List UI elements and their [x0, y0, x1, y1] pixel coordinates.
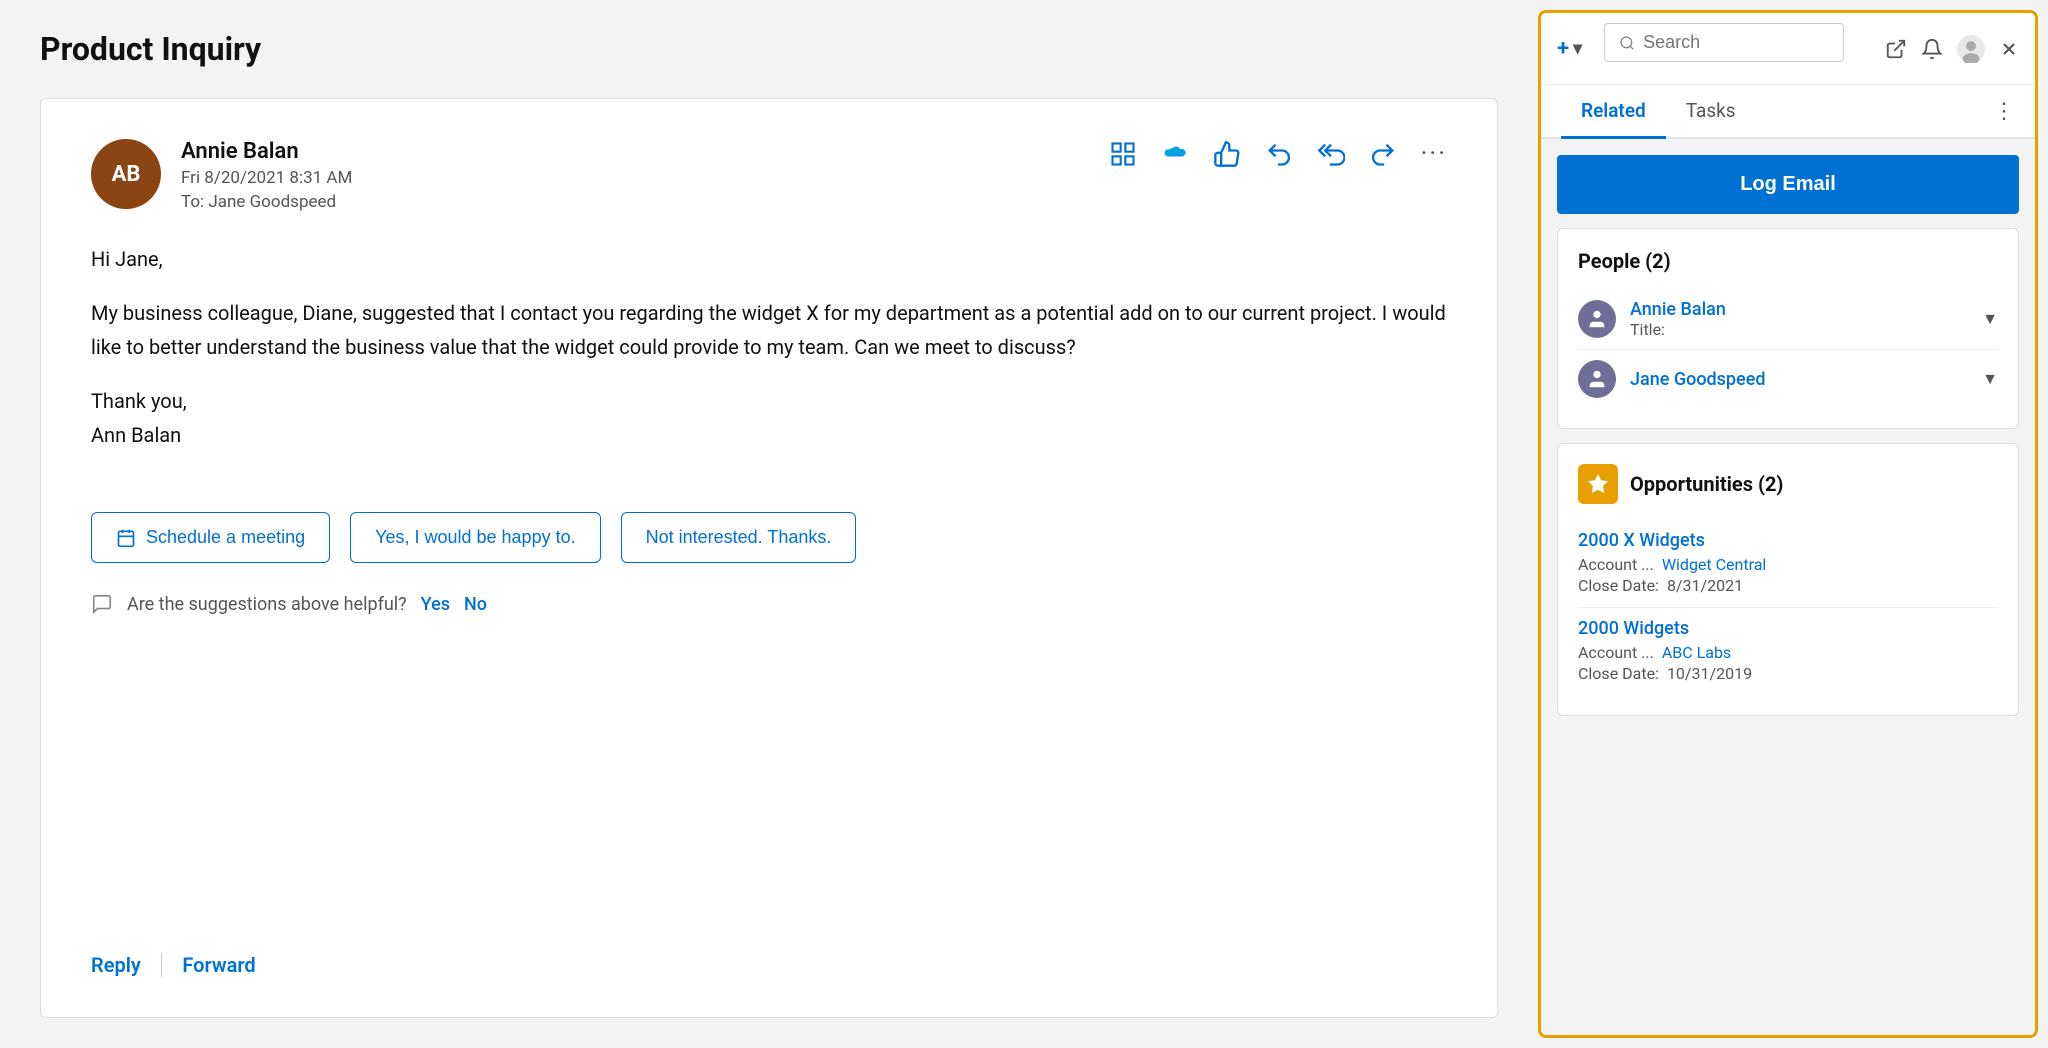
opportunities-section: Opportunities (2) 2000 X Widgets Account… — [1557, 443, 2019, 716]
forward-icon[interactable] — [1369, 140, 1397, 168]
search-icon — [1619, 34, 1635, 52]
email-actions: ··· — [1109, 139, 1447, 169]
opportunity-item-1: 2000 Widgets Account ... ABC Labs Close … — [1578, 608, 1998, 695]
email-card: AB Annie Balan Fri 8/20/2021 8:31 AM To:… — [40, 98, 1498, 1018]
opp-detail-close-1: Close Date: 10/31/2019 — [1578, 664, 1998, 683]
reply-button[interactable]: Reply — [91, 953, 141, 977]
reply-all-icon[interactable] — [1317, 140, 1345, 168]
opp-detail-account-0: Account ... Widget Central — [1578, 555, 1998, 574]
opp-name-1[interactable]: 2000 Widgets — [1578, 618, 1998, 639]
helpful-row: Are the suggestions above helpful? Yes N… — [91, 593, 1447, 615]
sender-to: To: Jane Goodspeed — [181, 192, 1109, 212]
not-interested-button[interactable]: Not interested. Thanks. — [621, 512, 857, 563]
grid-icon[interactable] — [1109, 140, 1137, 168]
email-body: Hi Jane, My business colleague, Diane, s… — [91, 242, 1447, 472]
not-interested-label: Not interested. Thanks. — [646, 527, 832, 548]
sidebar-content: Log Email People (2) Annie Balan Title: … — [1541, 139, 2035, 1035]
more-icon[interactable]: ··· — [1421, 139, 1447, 169]
yes-button[interactable]: Yes — [421, 594, 450, 615]
sender-avatar: AB — [91, 139, 161, 209]
email-panel: Product Inquiry AB Annie Balan Fri 8/20/… — [0, 0, 1538, 1048]
reply-icon[interactable] — [1265, 140, 1293, 168]
sender-name: Annie Balan — [181, 139, 1109, 164]
email-footer: Reply Forward — [91, 953, 1447, 977]
email-content: My business colleague, Diane, suggested … — [91, 296, 1447, 364]
tab-more-icon[interactable]: ⋮ — [1993, 99, 2015, 124]
person-details-annie: Annie Balan Title: — [1630, 299, 1974, 339]
person-title-annie: Title: — [1630, 320, 1974, 339]
tab-tasks[interactable]: Tasks — [1666, 85, 1756, 139]
chevron-down-jane[interactable]: ▼ — [1982, 369, 1998, 389]
people-section: People (2) Annie Balan Title: ▼ — [1557, 228, 2019, 429]
opp-detail-close-0: Close Date: 8/31/2021 — [1578, 576, 1998, 595]
people-section-title: People (2) — [1578, 249, 1998, 273]
suggestion-buttons: Schedule a meeting Yes, I would be happy… — [91, 512, 1447, 563]
sidebar-topbar: + ▾ — [1541, 13, 2035, 85]
sidebar-header-right — [1885, 35, 2019, 63]
email-greeting: Hi Jane, — [91, 242, 1447, 276]
bell-icon[interactable] — [1921, 38, 1943, 60]
tabs-left: Related Tasks — [1561, 85, 1756, 137]
sidebar-tabs: Related Tasks ⋮ — [1541, 85, 2035, 139]
no-button[interactable]: No — [464, 594, 487, 615]
salesforce-icon[interactable] — [1161, 140, 1189, 168]
person-name-jane[interactable]: Jane Goodspeed — [1630, 369, 1974, 390]
close-icon[interactable] — [1999, 39, 2019, 59]
person-row-annie: Annie Balan Title: ▼ — [1578, 289, 1998, 350]
sender-date: Fri 8/20/2021 8:31 AM — [181, 168, 1109, 188]
forward-button[interactable]: Forward — [182, 953, 255, 977]
log-email-button[interactable]: Log Email — [1557, 155, 2019, 214]
search-bar[interactable] — [1604, 23, 1844, 62]
app-container: Product Inquiry AB Annie Balan Fri 8/20/… — [0, 0, 2048, 1048]
sidebar-header-left: + ▾ — [1557, 23, 1844, 74]
sidebar: + ▾ — [1538, 10, 2038, 1038]
opportunity-item-0: 2000 X Widgets Account ... Widget Centra… — [1578, 520, 1998, 608]
person-name-annie[interactable]: Annie Balan — [1630, 299, 1974, 320]
helpful-prompt: Are the suggestions above helpful? — [127, 594, 407, 615]
person-details-jane: Jane Goodspeed — [1630, 369, 1974, 390]
email-signoff: Thank you,Ann Balan — [91, 384, 1447, 452]
comment-icon — [91, 593, 113, 615]
opportunities-section-title: Opportunities (2) — [1578, 464, 1998, 504]
person-row-jane: Jane Goodspeed ▼ — [1578, 350, 1998, 408]
add-button[interactable]: + ▾ — [1557, 36, 1582, 61]
email-title: Product Inquiry — [40, 30, 1498, 68]
external-link-icon[interactable] — [1885, 38, 1907, 60]
happy-to-button[interactable]: Yes, I would be happy to. — [350, 512, 600, 563]
schedule-meeting-button[interactable]: Schedule a meeting — [91, 512, 330, 563]
person-avatar-annie — [1578, 300, 1616, 338]
search-input[interactable] — [1643, 32, 1829, 53]
schedule-meeting-label: Schedule a meeting — [146, 527, 305, 548]
thumbs-up-icon[interactable] — [1213, 140, 1241, 168]
opportunities-icon — [1578, 464, 1618, 504]
opp-name-0[interactable]: 2000 X Widgets — [1578, 530, 1998, 551]
opp-detail-account-1: Account ... ABC Labs — [1578, 643, 1998, 662]
chevron-down-annie[interactable]: ▼ — [1982, 309, 1998, 329]
footer-divider — [161, 953, 163, 977]
user-avatar-icon[interactable] — [1957, 35, 1985, 63]
person-avatar-jane — [1578, 360, 1616, 398]
email-header: AB Annie Balan Fri 8/20/2021 8:31 AM To:… — [91, 139, 1447, 212]
happy-to-label: Yes, I would be happy to. — [375, 527, 575, 548]
sender-info: Annie Balan Fri 8/20/2021 8:31 AM To: Ja… — [181, 139, 1109, 212]
tab-related[interactable]: Related — [1561, 85, 1666, 139]
